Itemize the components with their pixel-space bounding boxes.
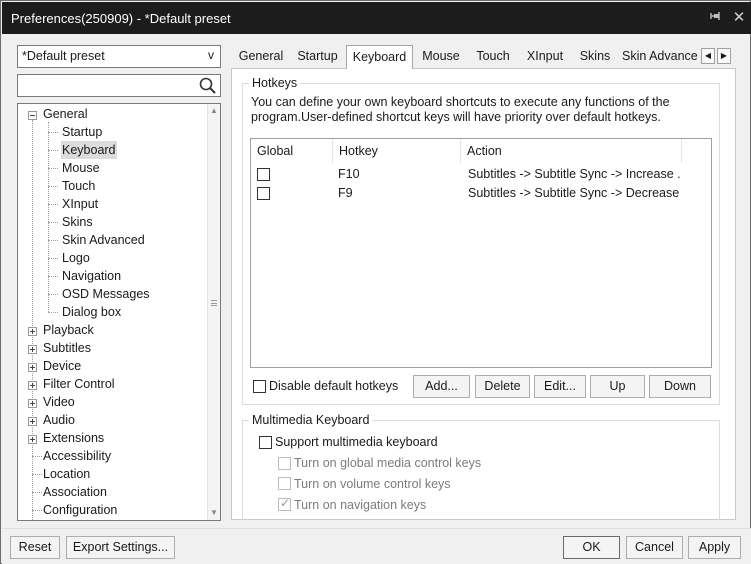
tab-skin-advanced[interactable]: Skin Advance [622, 47, 702, 68]
tree-item-device[interactable]: Device [43, 357, 81, 375]
tree-item-association[interactable]: Association [43, 483, 107, 501]
tree-item-dialog-box[interactable]: Dialog box [62, 303, 121, 321]
down-button[interactable]: Down [649, 375, 711, 398]
chevron-down-icon: v [208, 48, 214, 62]
title-bar: Preferences(250909) - *Default preset ✕ [2, 2, 751, 34]
row-global-checkbox[interactable] [257, 168, 270, 181]
tab-skins[interactable]: Skins [574, 47, 616, 68]
tree-item-extensions[interactable]: Extensions [43, 429, 104, 447]
disable-default-hotkeys-label[interactable]: Disable default hotkeys [269, 379, 398, 393]
ok-button[interactable]: OK [563, 536, 620, 559]
tree-item-startup[interactable]: Startup [62, 123, 102, 141]
reset-button[interactable]: Reset [10, 536, 60, 559]
preset-value: *Default preset [22, 49, 105, 63]
window-title: Preferences(250909) - *Default preset [11, 10, 231, 26]
scroll-grip-icon[interactable] [211, 300, 217, 306]
row-action: Subtitles -> Subtitle Sync -> Decrease..… [468, 186, 680, 200]
column-global[interactable]: Global [251, 139, 333, 163]
tree-line [32, 120, 33, 520]
edit-button[interactable]: Edit... [534, 375, 586, 398]
tree-item-general[interactable]: General [43, 105, 87, 123]
navigation-keys-label[interactable]: Turn on navigation keys [294, 498, 426, 512]
global-media-keys-checkbox[interactable] [278, 457, 291, 470]
column-action[interactable]: Action [461, 139, 682, 163]
expand-icon[interactable] [28, 435, 37, 444]
scroll-up-icon[interactable]: ▲ [208, 104, 220, 118]
expand-icon[interactable] [28, 381, 37, 390]
tab-xinput[interactable]: XInput [521, 47, 569, 68]
close-icon[interactable]: ✕ [730, 9, 748, 27]
tree-item-xinput[interactable]: XInput [62, 195, 98, 213]
tree-item-filter-control[interactable]: Filter Control [43, 375, 115, 393]
tree-item-accessibility[interactable]: Accessibility [43, 447, 111, 465]
export-settings-button[interactable]: Export Settings... [66, 536, 175, 559]
tree-item-keyboard[interactable]: Keyboard [61, 141, 117, 159]
scroll-down-icon[interactable]: ▼ [208, 506, 220, 520]
row-hotkey: F10 [338, 167, 360, 181]
expand-icon[interactable] [28, 399, 37, 408]
tab-mouse[interactable]: Mouse [416, 47, 466, 68]
hotkeys-description: You can define your own keyboard shortcu… [251, 95, 670, 124]
collapse-icon[interactable] [28, 111, 37, 120]
apply-button[interactable]: Apply [688, 536, 741, 559]
pin-icon[interactable] [706, 9, 724, 27]
tab-scroll-left-icon[interactable]: ◀ [701, 48, 715, 64]
volume-keys-label[interactable]: Turn on volume control keys [294, 477, 451, 491]
row-hotkey: F9 [338, 186, 353, 200]
settings-tree[interactable]: General Startup Keyboard Mouse Touch XIn… [17, 103, 221, 521]
tree-item-video[interactable]: Video [43, 393, 75, 411]
disable-default-hotkeys-checkbox[interactable] [253, 380, 266, 393]
expand-icon[interactable] [28, 417, 37, 426]
tree-item-mouse[interactable]: Mouse [62, 159, 100, 177]
row-global-checkbox[interactable] [257, 187, 270, 200]
multimedia-group-label: Multimedia Keyboard [249, 413, 373, 427]
cancel-button[interactable]: Cancel [626, 536, 683, 559]
tree-item-osd-messages[interactable]: OSD Messages [62, 285, 150, 303]
hotkeys-group-label: Hotkeys [249, 76, 301, 90]
support-multimedia-label[interactable]: Support multimedia keyboard [275, 435, 438, 449]
support-multimedia-checkbox[interactable] [259, 436, 272, 449]
expand-icon[interactable] [28, 363, 37, 372]
tab-general[interactable]: General [233, 47, 289, 68]
tree-item-location[interactable]: Location [43, 465, 90, 483]
tree-item-subtitles[interactable]: Subtitles [43, 339, 91, 357]
tab-touch[interactable]: Touch [470, 47, 516, 68]
search-icon[interactable] [198, 76, 218, 96]
column-hotkey[interactable]: Hotkey [333, 139, 461, 163]
global-media-keys-label[interactable]: Turn on global media control keys [294, 456, 481, 470]
tree-item-configuration[interactable]: Configuration [43, 501, 117, 519]
tree-item-skins[interactable]: Skins [62, 213, 93, 231]
add-button[interactable]: Add... [413, 375, 470, 398]
tree-item-playback[interactable]: Playback [43, 321, 94, 339]
tab-scroll-right-icon[interactable]: ▶ [717, 48, 731, 64]
expand-icon[interactable] [28, 345, 37, 354]
tree-scrollbar[interactable]: ▲ ▼ [207, 104, 220, 520]
navigation-keys-checkbox[interactable] [278, 496, 291, 511]
preset-dropdown[interactable]: *Default preset v [17, 45, 221, 68]
tab-strip: General Startup Keyboard Mouse Touch XIn… [231, 45, 736, 69]
volume-keys-checkbox[interactable] [278, 477, 291, 490]
tree-item-touch[interactable]: Touch [62, 177, 95, 195]
tab-keyboard[interactable]: Keyboard [346, 45, 413, 69]
hotkeys-list[interactable]: Global Hotkey Action F10 Subtitles -> Su… [250, 138, 712, 368]
tree-item-skin-advanced[interactable]: Skin Advanced [62, 231, 145, 249]
delete-button[interactable]: Delete [475, 375, 530, 398]
tree-item-logo[interactable]: Logo [62, 249, 90, 267]
search-input[interactable] [17, 74, 221, 97]
row-action: Subtitles -> Subtitle Sync -> Increase .… [468, 167, 680, 181]
tree-item-navigation[interactable]: Navigation [62, 267, 121, 285]
expand-icon[interactable] [28, 327, 37, 336]
tab-startup[interactable]: Startup [291, 47, 344, 68]
up-button[interactable]: Up [590, 375, 645, 398]
tree-item-audio[interactable]: Audio [43, 411, 75, 429]
preferences-window: Preferences(250909) - *Default preset ✕ … [0, 0, 751, 564]
